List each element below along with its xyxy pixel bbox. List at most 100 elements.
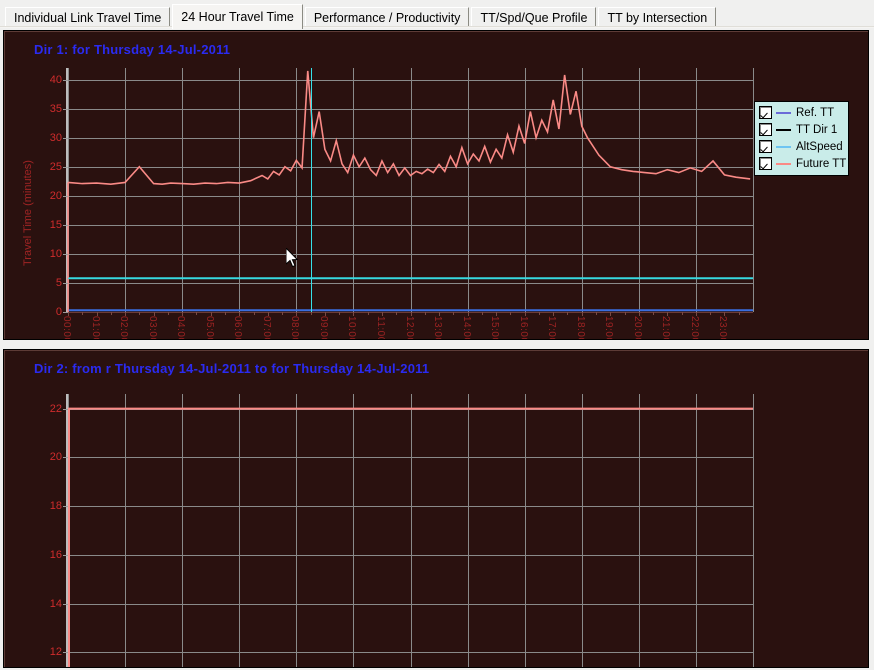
x-tick-mark (453, 312, 455, 315)
x-tick-mark (538, 312, 540, 315)
x-tick-label: 20:00 (631, 316, 643, 340)
y-tick-label: 5 (55, 276, 62, 289)
chart1-crosshair-horizontal (68, 278, 753, 280)
x-tick-mark (125, 312, 127, 316)
chart1-plot-area[interactable] (66, 68, 754, 313)
x-tick-label: 17:00 (546, 316, 558, 340)
x-tick-label: 05:00 (203, 316, 215, 340)
tab-bar-divider (0, 26, 874, 28)
legend-row[interactable]: TT Dir 1 (758, 121, 845, 138)
x-tick-label: 06:00 (232, 316, 244, 340)
x-tick-mark (596, 312, 598, 315)
x-tick-mark (424, 312, 426, 315)
x-tick-mark (267, 312, 269, 316)
legend-checkbox-future-tt[interactable] (759, 157, 772, 170)
x-tick-label: 12:00 (403, 316, 415, 340)
x-tick-mark (439, 312, 441, 316)
x-tick-mark (167, 312, 169, 315)
y-tick-mark (63, 282, 68, 284)
y-tick-label: 0 (55, 306, 62, 318)
x-tick-mark (253, 312, 255, 315)
y-tick-mark (63, 137, 68, 139)
y-tick-mark (63, 253, 68, 255)
y-tick-label: 16 (49, 548, 62, 561)
x-tick-label: 00:00 (61, 316, 72, 340)
x-tick-mark (96, 312, 98, 316)
legend-row[interactable]: AltSpeed (758, 138, 845, 155)
x-tick-mark (324, 312, 326, 316)
y-tick-mark (63, 652, 68, 654)
x-tick-label: 11:00 (374, 316, 386, 340)
y-tick-label: 25 (49, 160, 62, 173)
tab-label: TT/Spd/Que Profile (480, 11, 588, 25)
chart1-crosshair-vertical (310, 68, 312, 312)
legend-color-swatch (776, 128, 791, 131)
chart-panel-dir2: Dir 2: from r Thursday 14-Jul-2011 to fo… (3, 349, 869, 668)
tab-tt-by-intersection[interactable]: TT by Intersection (598, 7, 717, 28)
chart1-tools-button[interactable] (19, 339, 42, 340)
tab-label: Performance / Productivity (313, 11, 461, 25)
y-tick-label: 12 (49, 646, 62, 659)
x-tick-mark (182, 312, 184, 316)
legend-label: Future TT (796, 157, 847, 170)
x-tick-mark (710, 312, 712, 315)
chart1-legend[interactable]: Ref. TT TT Dir 1 AltSpeed Future TT (754, 101, 849, 176)
legend-color-swatch (776, 145, 791, 148)
tab-individual-link-travel-time[interactable]: Individual Link Travel Time (5, 7, 171, 28)
tab-tt-spd-que-profile[interactable]: TT/Spd/Que Profile (471, 7, 597, 28)
x-tick-mark (210, 312, 212, 316)
x-tick-label: 19:00 (603, 316, 615, 340)
legend-checkbox-tt-dir-1[interactable] (759, 123, 772, 136)
x-tick-mark (638, 312, 640, 316)
y-tick-mark (63, 603, 68, 605)
chart2-series-layer (68, 407, 753, 667)
x-tick-mark (567, 312, 569, 315)
chart2-plot-area[interactable] (66, 394, 754, 667)
x-tick-label: 02:00 (118, 316, 130, 340)
application-window: Individual Link Travel Time 24 Hour Trav… (0, 0, 874, 670)
chart-panel-dir1: Dir 1: for Thursday 14-Jul-2011 Travel T… (3, 30, 869, 340)
legend-checkbox-altspeed[interactable] (759, 140, 772, 153)
x-tick-mark (110, 312, 112, 315)
y-tick-label: 14 (49, 597, 62, 610)
y-tick-mark (63, 224, 68, 226)
x-tick-mark (724, 312, 726, 316)
x-tick-mark (681, 312, 683, 315)
gridline-vertical (753, 394, 754, 667)
x-tick-mark (481, 312, 483, 315)
y-tick-mark (63, 79, 68, 81)
legend-row[interactable]: Future TT (758, 155, 847, 172)
x-tick-label: 08:00 (289, 316, 301, 340)
legend-label: Ref. TT (796, 106, 835, 119)
x-tick-label: 03:00 (146, 316, 158, 340)
y-tick-mark (63, 108, 68, 110)
x-tick-mark (367, 312, 369, 315)
x-tick-mark (310, 312, 312, 315)
chart1-series-layer (67, 70, 753, 312)
x-tick-mark (738, 312, 740, 315)
x-tick-mark (239, 312, 241, 316)
legend-checkbox-ref-tt[interactable] (759, 106, 772, 119)
x-tick-mark (282, 312, 284, 315)
x-tick-mark (467, 312, 469, 316)
tab-24-hour-travel-time[interactable]: 24 Hour Travel Time (172, 4, 303, 29)
x-tick-label: 21:00 (660, 316, 672, 340)
y-tick-label: 35 (49, 102, 62, 115)
y-tick-label: 10 (49, 247, 62, 260)
tab-bar: Individual Link Travel Time 24 Hour Trav… (0, 0, 874, 29)
x-tick-mark (381, 312, 383, 316)
x-tick-mark (196, 312, 198, 315)
x-tick-label: 09:00 (317, 316, 329, 340)
x-tick-mark (496, 312, 498, 316)
x-tick-mark (396, 312, 398, 315)
x-tick-mark (153, 312, 155, 316)
tab-performance-productivity[interactable]: Performance / Productivity (304, 7, 470, 28)
legend-row[interactable]: Ref. TT (758, 104, 845, 121)
x-tick-label: 14:00 (460, 316, 472, 340)
chart1-title: Dir 1: for Thursday 14-Jul-2011 (34, 42, 231, 57)
y-tick-mark (63, 408, 68, 410)
x-tick-mark (510, 312, 512, 315)
y-tick-mark (63, 554, 68, 556)
x-tick-label: 16:00 (517, 316, 529, 340)
y-tick-label: 20 (49, 189, 62, 202)
